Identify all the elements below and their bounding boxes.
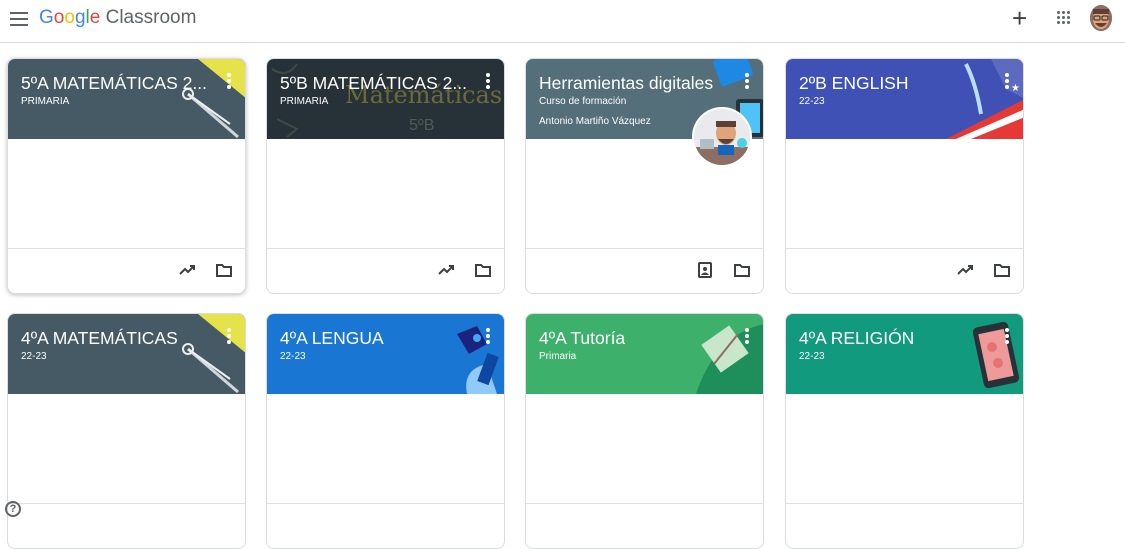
class-card-footer <box>8 249 245 293</box>
class-section: Primaria <box>539 351 577 362</box>
class-card-body <box>786 139 1023 249</box>
main-menu-icon[interactable] <box>10 12 28 26</box>
google-apps-icon[interactable] <box>1057 11 1071 25</box>
logo-letter: e <box>89 7 101 28</box>
portfolio-icon[interactable] <box>696 261 714 279</box>
trending-icon[interactable] <box>956 261 974 279</box>
class-card-body <box>8 394 245 504</box>
class-options-icon[interactable] <box>745 328 749 344</box>
class-card[interactable]: 4ºA RELIGIÓN 22-23 <box>785 313 1024 549</box>
class-card-header: 4ºA MATEMÁTICAS 22-23 <box>8 314 245 394</box>
class-options-icon[interactable] <box>227 328 231 344</box>
class-section: 22-23 <box>280 351 306 362</box>
class-name-link[interactable]: 5ºB MATEMÁTICAS 2... <box>280 73 467 94</box>
notebook-illustration <box>696 324 763 394</box>
class-card[interactable]: 5ºA MATEMÁTICAS 2... PRIMARIA <box>7 58 246 294</box>
class-card-body <box>786 394 1023 504</box>
class-card[interactable]: ★ 2ºB ENGLISH 22-23 <box>785 58 1024 294</box>
trending-icon[interactable] <box>178 261 196 279</box>
class-name-link[interactable]: 4ºA LENGUA <box>280 328 384 349</box>
class-card-body <box>8 139 245 249</box>
class-card[interactable]: 4ºA LENGUA 22-23 <box>266 313 505 549</box>
class-card-footer <box>8 504 245 548</box>
class-card-footer <box>786 249 1023 293</box>
class-card-body <box>267 394 504 504</box>
class-name-link[interactable]: 5ºA MATEMÁTICAS 2... <box>21 73 207 94</box>
class-card-header: Matemáticas 5ºB 5ºB MATEMÁTICAS 2... PRI… <box>267 59 504 139</box>
class-card[interactable]: Herramientas digitales Curso de formació… <box>525 58 764 294</box>
class-card-footer <box>786 504 1023 548</box>
class-section: PRIMARIA <box>21 96 70 107</box>
logo-letter: o <box>53 7 65 28</box>
logo-letter: G <box>39 7 54 28</box>
logo-product-name: Classroom <box>105 7 197 28</box>
class-card[interactable]: Matemáticas 5ºB 5ºB MATEMÁTICAS 2... PRI… <box>266 58 505 294</box>
phone-illustration <box>972 321 1020 389</box>
class-card-header: 5ºA MATEMÁTICAS 2... PRIMARIA <box>8 59 245 139</box>
class-card-footer <box>267 249 504 293</box>
class-card-body <box>267 139 504 249</box>
compass-illustration <box>182 59 245 139</box>
class-options-icon[interactable] <box>1005 328 1009 344</box>
class-section: Curso de formación <box>539 96 627 107</box>
class-card-footer <box>526 249 763 293</box>
create-or-join-class-icon[interactable]: + <box>1012 5 1027 31</box>
account-avatar[interactable] <box>1090 5 1112 31</box>
class-card-footer <box>526 504 763 548</box>
class-options-icon[interactable] <box>745 73 749 89</box>
class-name-link[interactable]: 2ºB ENGLISH <box>799 73 909 94</box>
class-name-link[interactable]: 4ºA MATEMÁTICAS <box>21 328 178 349</box>
class-options-icon[interactable] <box>486 73 490 89</box>
class-card-header: 4ºA RELIGIÓN 22-23 <box>786 314 1023 394</box>
class-card-header: 4ºA Tutoría Primaria <box>526 314 763 394</box>
class-card[interactable]: 4ºA MATEMÁTICAS 22-23 <box>7 313 246 549</box>
class-section: PRIMARIA <box>280 96 329 107</box>
svg-text:★: ★ <box>1011 83 1020 94</box>
folder-icon[interactable] <box>733 261 751 279</box>
top-app-bar: Google Classroom + <box>0 0 1125 43</box>
folder-icon[interactable] <box>474 261 492 279</box>
folder-icon[interactable] <box>993 261 1011 279</box>
class-section: 22-23 <box>21 351 47 362</box>
class-options-icon[interactable] <box>227 73 231 89</box>
book-pencil-illustration <box>457 326 499 394</box>
class-section: 22-23 <box>799 351 825 362</box>
teacher-avatar <box>692 107 752 167</box>
class-card-footer <box>267 504 504 548</box>
class-card[interactable]: 4ºA Tutoría Primaria <box>525 313 764 549</box>
trending-icon[interactable] <box>437 261 455 279</box>
teacher-name: Antonio Martiño Vázquez <box>539 116 651 127</box>
flag-quill-illustration: ★ <box>946 59 1023 139</box>
class-card-header: ★ 2ºB ENGLISH 22-23 <box>786 59 1023 139</box>
class-name-link[interactable]: 4ºA Tutoría <box>539 328 625 349</box>
class-name-link[interactable]: 4ºA RELIGIÓN <box>799 328 914 349</box>
class-section: 22-23 <box>799 96 825 107</box>
class-options-icon[interactable] <box>486 328 490 344</box>
logo-letter: g <box>74 7 86 28</box>
class-options-icon[interactable] <box>1005 73 1009 89</box>
class-card-body <box>526 394 763 504</box>
app-logo[interactable]: Google Classroom <box>39 7 196 29</box>
class-name-link[interactable]: Herramientas digitales <box>539 73 713 94</box>
folder-icon[interactable] <box>215 261 233 279</box>
class-card-header: 4ºA LENGUA 22-23 <box>267 314 504 394</box>
logo-letter: o <box>64 7 75 28</box>
compass-illustration <box>182 314 245 394</box>
